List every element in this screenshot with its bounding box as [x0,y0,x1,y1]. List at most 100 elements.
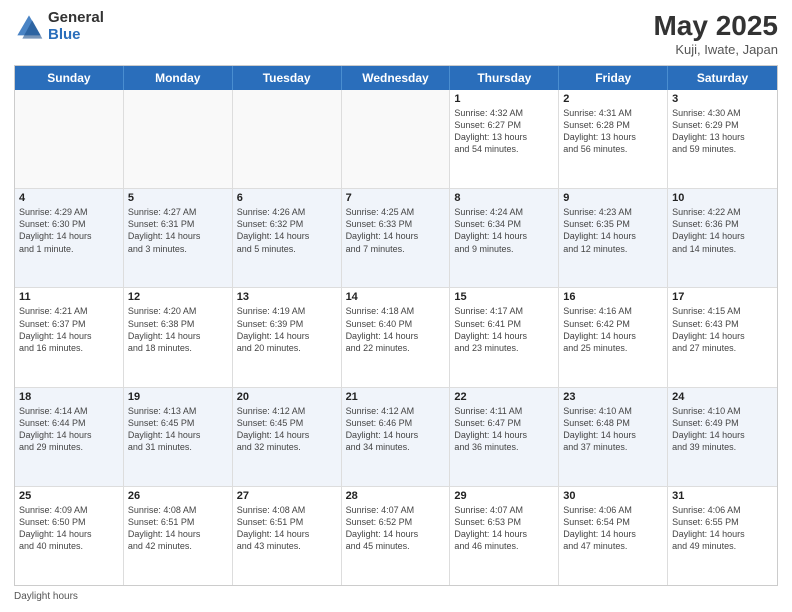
day-number: 30 [563,490,663,502]
calendar-cell: 14 Sunrise: 4:18 AM Sunset: 6:40 PM Dayli… [342,288,451,386]
day-number: 26 [128,490,228,502]
calendar-cell: 29 Sunrise: 4:07 AM Sunset: 6:53 PM Dayli… [450,487,559,585]
calendar-cell: 5 Sunrise: 4:27 AM Sunset: 6:31 PM Daylig… [124,189,233,287]
title-block: May 2025 Kuji, Iwate, Japan [653,10,778,57]
page: General Blue May 2025 Kuji, Iwate, Japan… [0,0,792,612]
day-number: 5 [128,192,228,204]
calendar-cell [124,90,233,188]
calendar-cell: 22 Sunrise: 4:11 AM Sunset: 6:47 PM Dayli… [450,388,559,486]
calendar-row: 4Sunrise: 4:29 AM Sunset: 6:30 PM Daylig… [15,189,777,288]
calendar-cell: 15Sunrise: 4:17 AM Sunset: 6:41 PM Dayli… [450,288,559,386]
calendar-row: 25Sunrise: 4:09 AM Sunset: 6:50 PM Dayli… [15,487,777,585]
day-info: Sunrise: 4:17 AM Sunset: 6:41 PM Dayligh… [454,305,554,354]
day-number: 22 [454,391,554,403]
calendar-cell: 1Sunrise: 4:32 AM Sunset: 6:27 PM Daylig… [450,90,559,188]
day-number: 31 [672,490,773,502]
logo-blue-text: Blue [48,27,104,44]
day-number: 9 [563,192,663,204]
calendar: SundayMondayTuesdayWednesdayThursdayFrid… [14,65,778,586]
logo-icon [14,12,44,42]
cal-header-cell: Thursday [450,66,559,90]
day-info: Sunrise: 4:32 AM Sunset: 6:27 PM Dayligh… [454,107,554,156]
day-info: Sunrise: 4:06 AM Sunset: 6:54 PM Dayligh… [563,504,663,553]
calendar-row: 1Sunrise: 4:32 AM Sunset: 6:27 PM Daylig… [15,90,777,189]
day-info: Sunrise: 4:07 AM Sunset: 6:52 PM Dayligh… [346,504,446,553]
calendar-cell: 20Sunrise: 4:12 AM Sunset: 6:45 PM Dayli… [233,388,342,486]
calendar-cell: 4Sunrise: 4:29 AM Sunset: 6:30 PM Daylig… [15,189,124,287]
day-number: 8 [454,192,554,204]
day-info: Sunrise: 4:06 AM Sunset: 6:55 PM Dayligh… [672,504,773,553]
day-info: Sunrise: 4:20 AM Sunset: 6:38 PM Dayligh… [128,305,228,354]
calendar-cell: 12 Sunrise: 4:20 AM Sunset: 6:38 PM Dayli… [124,288,233,386]
day-info: Sunrise: 4:23 AM Sunset: 6:35 PM Dayligh… [563,206,663,255]
day-info: Sunrise: 4:21 AM Sunset: 6:37 PM Dayligh… [19,305,119,354]
day-info: Sunrise: 4:19 AM Sunset: 6:39 PM Dayligh… [237,305,337,354]
day-info: Sunrise: 4:12 AM Sunset: 6:46 PM Dayligh… [346,405,446,454]
day-info: Sunrise: 4:24 AM Sunset: 6:34 PM Dayligh… [454,206,554,255]
calendar-cell: 2 Sunrise: 4:31 AM Sunset: 6:28 PM Daylig… [559,90,668,188]
day-number: 17 [672,291,773,303]
logo-text: General Blue [48,10,104,43]
day-number: 7 [346,192,446,204]
cal-header-cell: Friday [559,66,668,90]
day-number: 2 [563,93,663,105]
day-info: Sunrise: 4:31 AM Sunset: 6:28 PM Dayligh… [563,107,663,156]
day-number: 14 [346,291,446,303]
day-info: Sunrise: 4:08 AM Sunset: 6:51 PM Dayligh… [237,504,337,553]
day-number: 11 [19,291,119,303]
day-info: Sunrise: 4:18 AM Sunset: 6:40 PM Dayligh… [346,305,446,354]
calendar-cell: 3Sunrise: 4:30 AM Sunset: 6:29 PM Daylig… [668,90,777,188]
day-info: Sunrise: 4:08 AM Sunset: 6:51 PM Dayligh… [128,504,228,553]
calendar-cell: 28 Sunrise: 4:07 AM Sunset: 6:52 PM Dayli… [342,487,451,585]
day-info: Sunrise: 4:07 AM Sunset: 6:53 PM Dayligh… [454,504,554,553]
calendar-cell: 8 Sunrise: 4:24 AM Sunset: 6:34 PM Daylig… [450,189,559,287]
calendar-cell: 30 Sunrise: 4:06 AM Sunset: 6:54 PM Dayli… [559,487,668,585]
day-info: Sunrise: 4:22 AM Sunset: 6:36 PM Dayligh… [672,206,773,255]
day-number: 12 [128,291,228,303]
calendar-header-row: SundayMondayTuesdayWednesdayThursdayFrid… [15,66,777,90]
day-number: 25 [19,490,119,502]
logo-general-text: General [48,10,104,27]
calendar-cell: 7Sunrise: 4:25 AM Sunset: 6:33 PM Daylig… [342,189,451,287]
calendar-cell [15,90,124,188]
calendar-cell: 16Sunrise: 4:16 AM Sunset: 6:42 PM Dayli… [559,288,668,386]
day-number: 10 [672,192,773,204]
day-number: 16 [563,291,663,303]
day-number: 24 [672,391,773,403]
calendar-cell: 27 Sunrise: 4:08 AM Sunset: 6:51 PM Dayli… [233,487,342,585]
day-number: 28 [346,490,446,502]
day-info: Sunrise: 4:30 AM Sunset: 6:29 PM Dayligh… [672,107,773,156]
cal-header-cell: Wednesday [342,66,451,90]
calendar-cell: 31 Sunrise: 4:06 AM Sunset: 6:55 PM Dayli… [668,487,777,585]
header: General Blue May 2025 Kuji, Iwate, Japan [14,10,778,57]
day-number: 23 [563,391,663,403]
title-location: Kuji, Iwate, Japan [653,42,778,57]
day-number: 27 [237,490,337,502]
daylight-hours-label: Daylight hours [14,591,78,602]
calendar-cell: 25Sunrise: 4:09 AM Sunset: 6:50 PM Dayli… [15,487,124,585]
cal-header-cell: Saturday [668,66,777,90]
calendar-cell: 17 Sunrise: 4:15 AM Sunset: 6:43 PM Dayli… [668,288,777,386]
cal-header-cell: Sunday [15,66,124,90]
calendar-cell: 19Sunrise: 4:13 AM Sunset: 6:45 PM Dayli… [124,388,233,486]
day-info: Sunrise: 4:27 AM Sunset: 6:31 PM Dayligh… [128,206,228,255]
day-number: 20 [237,391,337,403]
logo: General Blue [14,10,104,43]
day-info: Sunrise: 4:26 AM Sunset: 6:32 PM Dayligh… [237,206,337,255]
day-number: 29 [454,490,554,502]
day-number: 6 [237,192,337,204]
calendar-cell: 10 Sunrise: 4:22 AM Sunset: 6:36 PM Dayli… [668,189,777,287]
calendar-cell: 11 Sunrise: 4:21 AM Sunset: 6:37 PM Dayli… [15,288,124,386]
day-info: Sunrise: 4:13 AM Sunset: 6:45 PM Dayligh… [128,405,228,454]
calendar-cell: 18Sunrise: 4:14 AM Sunset: 6:44 PM Dayli… [15,388,124,486]
calendar-cell: 13 Sunrise: 4:19 AM Sunset: 6:39 PM Dayli… [233,288,342,386]
cal-header-cell: Tuesday [233,66,342,90]
day-info: Sunrise: 4:11 AM Sunset: 6:47 PM Dayligh… [454,405,554,454]
day-number: 13 [237,291,337,303]
day-info: Sunrise: 4:15 AM Sunset: 6:43 PM Dayligh… [672,305,773,354]
day-info: Sunrise: 4:14 AM Sunset: 6:44 PM Dayligh… [19,405,119,454]
calendar-cell [342,90,451,188]
cal-header-cell: Monday [124,66,233,90]
day-info: Sunrise: 4:29 AM Sunset: 6:30 PM Dayligh… [19,206,119,255]
calendar-cell [233,90,342,188]
